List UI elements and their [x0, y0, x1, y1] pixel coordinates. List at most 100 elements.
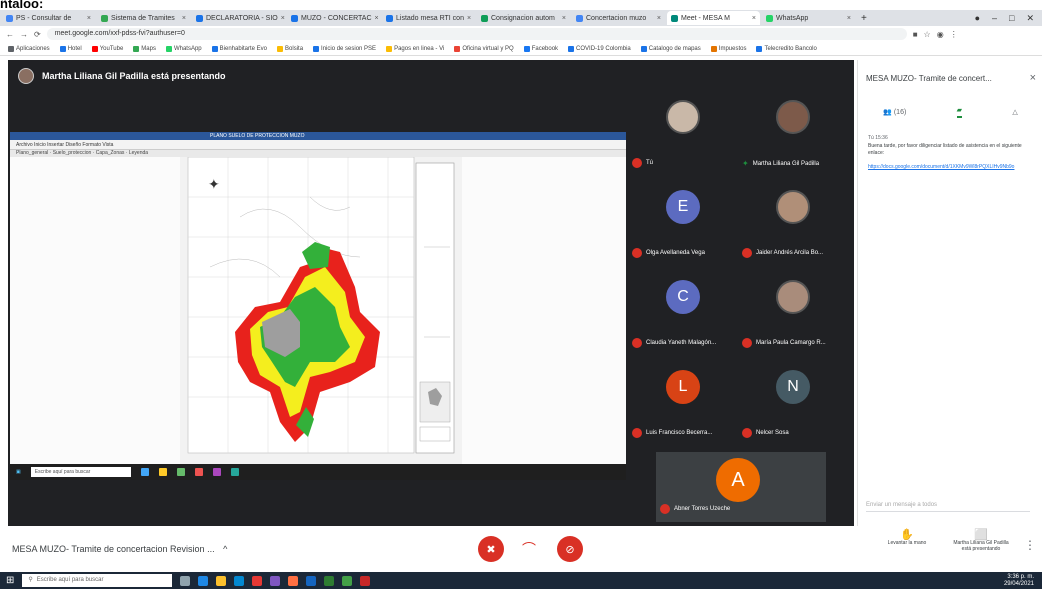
browser-tab[interactable]: Sistema de Tramites × — [97, 11, 190, 25]
mic-muted-icon — [632, 158, 642, 168]
browser-tab[interactable]: DECLARATORIA - SIO × — [192, 11, 285, 25]
camera-off-button[interactable]: ⊘ — [557, 536, 583, 562]
raise-hand-button[interactable]: ✋ Levantar la mano — [876, 530, 938, 547]
windows-search[interactable]: ⚲ Escribe aquí para buscar — [22, 574, 173, 587]
bookmark-item[interactable]: Oficina virtual y PQ — [454, 45, 514, 52]
close-panel-icon[interactable]: × — [1030, 72, 1036, 84]
participant-name: Abner Torres Uzeche — [674, 506, 731, 512]
bookmark-icon — [756, 45, 763, 52]
camera-indicator-icon[interactable]: ■ — [913, 30, 918, 39]
chat-input[interactable]: Enviar un mensaje a todos — [866, 498, 1030, 512]
menu-dots-icon[interactable]: ⋮ — [950, 30, 958, 39]
system-tray[interactable]: 3:36 p. m. 29/04/2021 — [1004, 574, 1042, 588]
bookmark-item[interactable]: Maps — [133, 45, 156, 52]
close-tab-icon[interactable]: × — [657, 15, 661, 22]
bookmark-item[interactable]: Hotel — [59, 45, 82, 52]
bookmark-item[interactable]: Impuestos — [710, 45, 746, 52]
bookmark-label: Hotel — [67, 45, 82, 52]
chrome-icon[interactable] — [342, 575, 353, 586]
app-icon[interactable] — [360, 575, 371, 586]
close-window-icon[interactable]: ✕ — [1026, 13, 1034, 24]
bookmark-item[interactable]: WhatsApp — [165, 45, 202, 52]
browser-tab[interactable]: Concertacion muzo × — [572, 11, 665, 25]
participant-name-row: Luis Francisco Becerra... — [632, 428, 712, 438]
windows-start-icon[interactable]: ⊞ — [6, 575, 14, 586]
right-controls: ✋ Levantar la mano ⬜ Martha Liliana Gil … — [876, 530, 1036, 553]
bookmark-item[interactable]: Bolsita — [277, 45, 303, 52]
back-icon[interactable]: ← — [6, 30, 14, 39]
participant-tile[interactable]: C Claudia Yaneth Malagón... — [628, 270, 738, 356]
tab-people[interactable]: 👥 (16) — [883, 108, 906, 116]
bookmark-item[interactable]: Bienhabitarte Evo — [211, 45, 267, 52]
edge-icon[interactable] — [198, 575, 209, 586]
task-view-icon[interactable] — [180, 575, 191, 586]
close-tab-icon[interactable]: × — [182, 15, 186, 22]
store-icon[interactable] — [234, 575, 245, 586]
more-options-icon[interactable]: ⋮ — [1024, 532, 1036, 552]
star-icon[interactable]: ☆ — [924, 30, 931, 39]
participant-tile[interactable]: E Olga Avellaneda Vega — [628, 180, 738, 266]
close-tab-icon[interactable]: × — [281, 15, 285, 22]
maximize-icon[interactable]: □ — [1009, 13, 1014, 24]
close-tab-icon[interactable]: × — [752, 15, 756, 22]
presenting-button[interactable]: ⬜ Martha Liliana Gil Padilla está presen… — [950, 530, 1012, 553]
app-icon[interactable] — [270, 575, 281, 586]
browser-tab[interactable]: Listado mesa RTI con × — [382, 11, 475, 25]
mail-icon[interactable] — [252, 575, 263, 586]
close-tab-icon[interactable]: × — [87, 15, 91, 22]
bookmark-item[interactable]: YouTube — [91, 45, 123, 52]
presenter-banner: Martha Liliana Gil Padilla está presenta… — [18, 68, 226, 84]
explorer-icon[interactable] — [216, 575, 227, 586]
forward-icon[interactable]: → — [20, 30, 28, 39]
bookmark-item[interactable]: Aplicaciones — [8, 45, 50, 52]
word-icon[interactable] — [306, 575, 317, 586]
tab-activities[interactable]: △ — [1012, 108, 1017, 116]
new-tab-icon[interactable]: + — [861, 13, 867, 24]
browser-tab[interactable]: Consignacion autom × — [477, 11, 570, 25]
close-tab-icon[interactable]: × — [562, 15, 566, 22]
tab-favicon-icon — [291, 14, 298, 22]
shared-app-icon — [158, 468, 167, 476]
bookmark-item[interactable]: COVID-19 Colombia — [568, 45, 631, 52]
participant-tile[interactable]: Jaider Andrés Arcila Bo... — [738, 180, 848, 266]
close-tab-icon[interactable]: × — [467, 15, 471, 22]
participant-tile[interactable]: A Abner Torres Uzeche — [656, 452, 826, 522]
meeting-name[interactable]: MESA MUZO- Tramite de concertacion Revis… — [12, 544, 227, 554]
mic-off-button[interactable]: ✖ — [478, 536, 504, 562]
windows-taskbar: ⊞ ⚲ Escribe aquí para buscar 3:36 p. m. … — [0, 572, 1042, 589]
bookmark-item[interactable]: Catalogo de mapas — [640, 45, 701, 52]
browser-tab[interactable]: WhatsApp × — [762, 11, 855, 25]
search-icon: ⚲ — [28, 577, 33, 583]
more-button[interactable]: ⌒ — [516, 536, 542, 562]
bookmark-item[interactable]: Facebook — [523, 45, 558, 52]
app-icon[interactable] — [288, 575, 299, 586]
address-bar: ← → ⟳ meet.google.com/xxf-pdss-fvi?authu… — [0, 26, 1042, 42]
url-field[interactable]: meet.google.com/xxf-pdss-fvi?authuser=0 — [46, 28, 907, 40]
browser-tab[interactable]: Meet - MESA M × — [667, 11, 760, 25]
profile-icon[interactable]: ● — [975, 13, 980, 24]
shared-taskbar-search: Escribe aquí para buscar — [30, 467, 131, 477]
browser-tab[interactable]: PS - Consultar de × — [2, 11, 95, 25]
window-controls: ● – □ ✕ — [975, 13, 1042, 24]
browser-tab[interactable]: MUZO - CONCERTAC × — [287, 11, 380, 25]
participant-tile[interactable]: ✦ Martha Liliana Gil Padilla — [738, 90, 848, 176]
close-tab-icon[interactable]: × — [847, 15, 851, 22]
minimize-icon[interactable]: – — [992, 13, 997, 24]
bookmark-item[interactable]: Telecredito Bancolo — [756, 45, 817, 52]
bookmark-item[interactable]: Pagos en linea - Vi — [386, 45, 444, 52]
tab-chat[interactable]: ▰ — [956, 106, 963, 118]
message-link[interactable]: https://docs.google.com/document/d/1XKMv… — [868, 164, 1036, 171]
participant-name: Martha Liliana Gil Padilla — [752, 160, 820, 167]
reload-icon[interactable]: ⟳ — [34, 30, 41, 39]
participant-tile[interactable]: Tú — [628, 90, 738, 176]
bookmark-item[interactable]: Inicio de sesion PSE — [313, 45, 376, 52]
excel-icon[interactable] — [324, 575, 335, 586]
close-tab-icon[interactable]: × — [375, 15, 379, 22]
participant-name: Tú — [646, 160, 654, 166]
participant-name: Olga Avellaneda Vega — [646, 250, 705, 256]
participant-photo — [776, 190, 810, 224]
participant-tile[interactable]: L Luis Francisco Becerra... — [628, 360, 738, 446]
profile-avatar-icon[interactable]: ◉ — [937, 30, 944, 39]
participant-tile[interactable]: N Nelcer Sosa — [738, 360, 848, 446]
participant-tile[interactable]: María Paula Camargo R... — [738, 270, 848, 356]
